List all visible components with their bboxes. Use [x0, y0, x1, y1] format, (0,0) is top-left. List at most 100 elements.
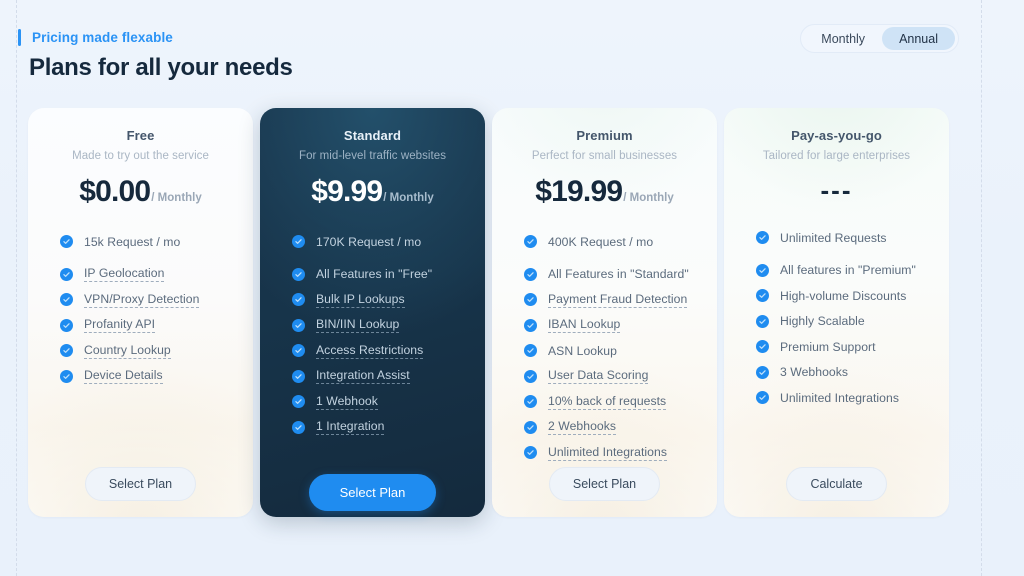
feature-label: Payment Fraud Detection — [548, 291, 688, 308]
feature-label: VPN/Proxy Detection — [84, 291, 200, 308]
feature-label: Device Details — [84, 368, 163, 385]
feature-label: Bulk IP Lookups — [316, 291, 405, 308]
plan-feature-list: 170K Request / mo All Features in "Free" B… — [278, 229, 467, 440]
feature-item: All Features in "Free" — [278, 262, 467, 288]
check-circle-icon — [524, 318, 537, 332]
feature-item: Unlimited Requests — [742, 225, 931, 251]
feature-item[interactable]: 1 Integration — [278, 415, 467, 441]
feature-label: ASN Lookup — [548, 343, 617, 358]
check-circle-icon — [756, 391, 769, 405]
feature-item[interactable]: 1 Webhook — [278, 389, 467, 415]
feature-label: 10% back of requests — [548, 393, 667, 410]
feature-item: Highly Scalable — [742, 309, 931, 335]
check-circle-icon — [292, 318, 305, 332]
plan-price: $0.00 — [79, 175, 151, 208]
eyebrow-label: Pricing made flexable — [32, 30, 173, 45]
feature-item: All features in "Premium" — [742, 258, 931, 284]
feature-label: IBAN Lookup — [548, 317, 621, 334]
check-circle-icon — [524, 420, 537, 434]
feature-label: Access Restrictions — [316, 342, 424, 359]
feature-label: Highly Scalable — [780, 314, 865, 329]
billing-period-toggle[interactable]: Monthly Annual — [800, 24, 959, 53]
feature-item: Premium Support — [742, 334, 931, 360]
plan-name: Pay-as-you-go — [791, 128, 882, 143]
feature-label: Unlimited Integrations — [780, 390, 899, 405]
check-circle-icon — [524, 267, 537, 281]
feature-item[interactable]: BIN/IIN Lookup — [278, 313, 467, 339]
check-circle-icon — [60, 344, 73, 358]
feature-item: ASN Lookup — [510, 338, 699, 364]
plan-price-row: $19.99/ Monthly — [510, 177, 699, 207]
feature-label: Country Lookup — [84, 342, 171, 359]
check-circle-icon — [756, 231, 769, 245]
plan-price-row: $0.00/ Monthly — [46, 177, 235, 207]
plan-cta-wrap: Calculate — [724, 467, 949, 501]
plan-price: --- — [820, 175, 853, 205]
pricing-card-free: Free Made to try out the service $0.00/ Mo… — [28, 108, 253, 517]
feature-label: All features in "Premium" — [780, 263, 916, 278]
plan-name: Free — [126, 128, 155, 143]
feature-item: 170K Request / mo — [278, 229, 467, 255]
billing-option-monthly[interactable]: Monthly — [804, 27, 882, 50]
check-circle-icon — [756, 314, 769, 328]
feature-item[interactable]: IBAN Lookup — [510, 313, 699, 339]
check-circle-icon — [60, 235, 73, 249]
check-circle-icon — [292, 293, 305, 307]
feature-label: All Features in "Standard" — [548, 267, 689, 282]
plan-price-period: / Monthly — [383, 192, 434, 204]
select-plan-button[interactable]: Select Plan — [308, 474, 437, 511]
feature-item: All Features in "Standard" — [510, 262, 699, 288]
pricing-card-standard: Standard For mid-level traffic websites $9… — [260, 108, 485, 517]
check-circle-icon — [60, 318, 73, 332]
feature-label: BIN/IIN Lookup — [316, 317, 400, 334]
plan-feature-list: Unlimited Requests All features in "Premi… — [742, 225, 931, 411]
feature-item[interactable]: User Data Scoring — [510, 364, 699, 390]
plan-name: Standard — [343, 128, 402, 143]
feature-label: User Data Scoring — [548, 368, 649, 385]
eyebrow: Pricing made flexable — [18, 29, 173, 46]
feature-item: High-volume Discounts — [742, 283, 931, 309]
select-plan-button[interactable]: Select Plan — [84, 467, 197, 501]
feature-item[interactable]: 2 Webhooks — [510, 415, 699, 441]
feature-item[interactable]: Country Lookup — [46, 338, 235, 364]
feature-label: 1 Webhook — [316, 393, 378, 410]
pricing-page: Pricing made flexable Plans for all your… — [0, 0, 1024, 576]
plan-price-period: / Monthly — [151, 192, 202, 204]
check-circle-icon — [524, 344, 537, 358]
plan-price-period: / Monthly — [623, 192, 674, 204]
feature-item[interactable]: Device Details — [46, 364, 235, 390]
feature-item[interactable]: Unlimited Integrations — [510, 440, 699, 466]
feature-item[interactable]: Bulk IP Lookups — [278, 287, 467, 313]
check-circle-icon — [292, 395, 305, 409]
check-circle-icon — [524, 446, 537, 460]
plan-tagline: Tailored for large enterprises — [762, 150, 911, 162]
feature-item[interactable]: Integration Assist — [278, 364, 467, 390]
feature-item[interactable]: VPN/Proxy Detection — [46, 287, 235, 313]
check-circle-icon — [292, 267, 305, 281]
check-circle-icon — [292, 235, 305, 249]
feature-label: 2 Webhooks — [548, 419, 617, 436]
check-circle-icon — [756, 365, 769, 379]
accent-bar — [18, 29, 21, 46]
feature-item[interactable]: Profanity API — [46, 313, 235, 339]
feature-item[interactable]: Payment Fraud Detection — [510, 287, 699, 313]
feature-item: 3 Webhooks — [742, 360, 931, 386]
plan-feature-list: 400K Request / mo All Features in "Standa… — [510, 229, 699, 466]
feature-label: Premium Support — [780, 339, 876, 354]
feature-item: 15k Request / mo — [46, 229, 235, 255]
feature-label: High-volume Discounts — [780, 288, 907, 303]
feature-item[interactable]: IP Geolocation — [46, 262, 235, 288]
check-circle-icon — [292, 344, 305, 358]
feature-item: 400K Request / mo — [510, 229, 699, 255]
feature-label: Profanity API — [84, 317, 156, 334]
plan-cta-wrap: Select Plan — [492, 467, 717, 501]
feature-label: 3 Webhooks — [780, 365, 849, 380]
calculate-button[interactable]: Calculate — [786, 467, 887, 501]
feature-item[interactable]: 10% back of requests — [510, 389, 699, 415]
check-circle-icon — [292, 369, 305, 383]
select-plan-button[interactable]: Select Plan — [548, 467, 661, 501]
billing-option-annual[interactable]: Annual — [882, 27, 955, 50]
feature-label: Unlimited Requests — [780, 230, 887, 245]
check-circle-icon — [292, 420, 305, 434]
feature-item[interactable]: Access Restrictions — [278, 338, 467, 364]
